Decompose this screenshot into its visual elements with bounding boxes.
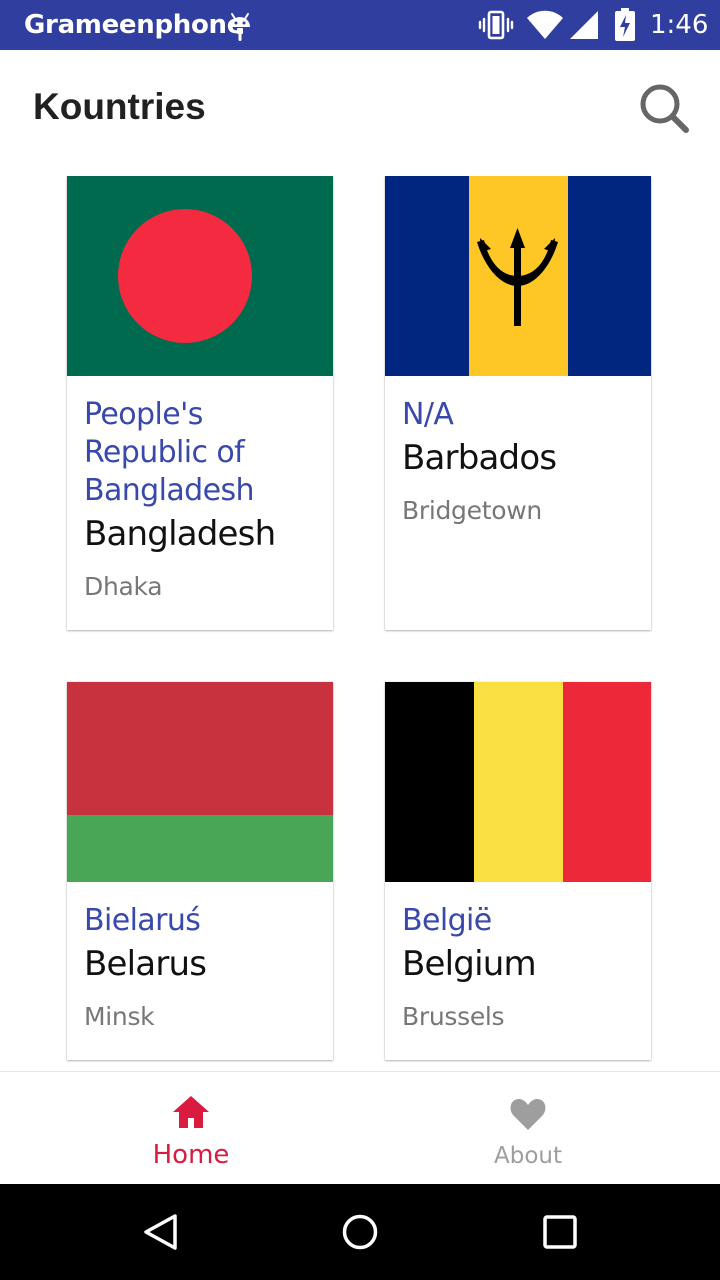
android-icon (230, 13, 250, 41)
country-card-barbados[interactable]: N/A Barbados Bridgetown (385, 176, 651, 630)
country-native-name: België (402, 903, 492, 938)
flag-bangladesh (67, 176, 333, 376)
country-grid[interactable]: People's Republic of Bangladesh Banglade… (0, 176, 720, 1071)
country-capital: Brussels (402, 1002, 505, 1031)
country-name: Bangladesh (84, 514, 276, 554)
status-bar: Grameenphone 1:46 (0, 0, 720, 50)
nav-item-about[interactable]: About (348, 1072, 708, 1185)
country-capital: Bridgetown (402, 496, 542, 525)
back-icon[interactable] (140, 1212, 180, 1252)
country-capital: Dhaka (84, 572, 163, 601)
country-card-bangladesh[interactable]: People's Republic of Bangladesh Banglade… (67, 176, 333, 630)
flag-belgium (385, 682, 651, 882)
nav-label-about: About (493, 1143, 562, 1169)
country-native-name: N/A (402, 397, 454, 432)
recents-icon[interactable] (540, 1212, 580, 1252)
home-circle-icon[interactable] (340, 1212, 380, 1252)
cell-signal-icon (570, 11, 598, 39)
system-navigation-bar (0, 1184, 720, 1280)
country-name: Belgium (402, 944, 537, 984)
flag-belarus (67, 682, 333, 882)
country-name: Belarus (84, 944, 207, 984)
vibrate-icon (478, 10, 514, 40)
nav-label-home: Home (152, 1140, 230, 1170)
heart-icon (510, 1099, 546, 1130)
country-name: Barbados (402, 438, 557, 478)
country-capital: Minsk (84, 1002, 155, 1031)
country-native-name: Bielaruś (84, 903, 201, 938)
carrier-name: Grameenphone (24, 10, 245, 40)
search-icon[interactable] (636, 80, 692, 136)
nav-item-home[interactable]: Home (0, 1072, 360, 1185)
clock: 1:46 (650, 10, 709, 40)
country-card-belgium[interactable]: België Belgium Brussels (385, 682, 651, 1060)
flag-barbados (385, 176, 651, 376)
home-icon (173, 1096, 209, 1128)
country-card-belarus[interactable]: Bielaruś Belarus Minsk (67, 682, 333, 1060)
country-native-name: People's Republic of Bangladesh (84, 397, 254, 508)
battery-charging-icon (615, 8, 635, 41)
app-title: Kountries (33, 86, 206, 127)
wifi-icon (527, 10, 563, 40)
bottom-navigation: Home About (0, 1071, 720, 1184)
